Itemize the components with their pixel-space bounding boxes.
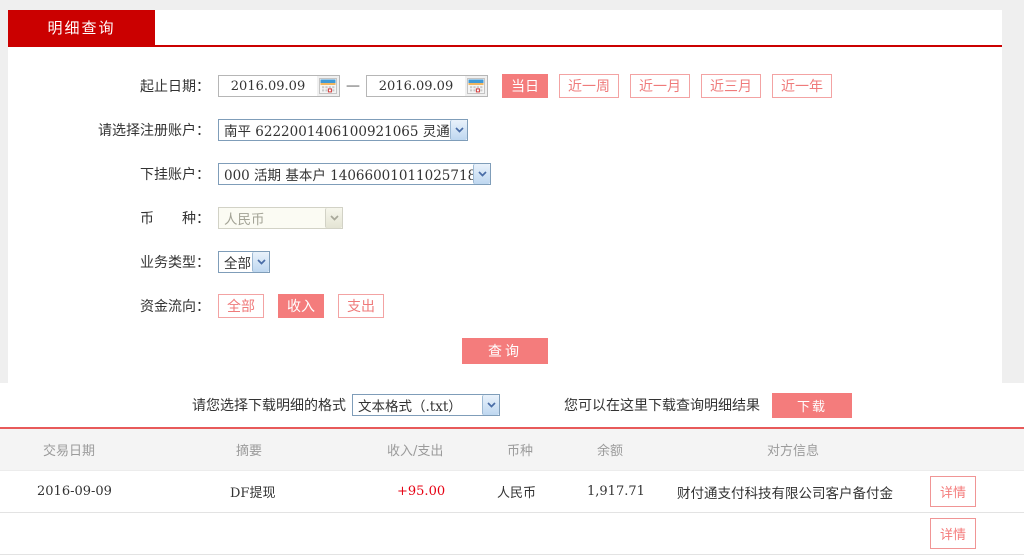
cell-trade-date: 2016-09-09 [0,484,195,499]
header-trade-date: 交易日期 [0,440,195,459]
download-hint: 您可以在这里下载查询明细结果 [564,395,760,415]
query-button[interactable]: 查询 [462,338,548,364]
register-account-row: 请选择注册账户： 南平 6222001406100921065 灵通卡 [8,119,1002,141]
sub-account-row: 下挂账户： 000 活期 基本户 1406600101102571848 [8,163,1002,185]
query-form: 起止日期： 2016.09.09 — [8,47,1002,364]
download-format-label: 请您选择下载明细的格式 [192,395,346,415]
table-header-row: 交易日期 摘要 收入/支出 币种 余额 对方信息 [0,429,1024,471]
cell-counterparty: 财付通支付科技有限公司客户备付金 [675,482,930,502]
end-date-value: 2016.09.09 [367,79,465,94]
detail-button[interactable]: 详情 [930,518,976,549]
download-bar: 请您选择下载明细的格式 文本格式（.txt） 您可以在这里下载查询明细结果 下载 [0,383,1024,427]
business-type-row: 业务类型： 全部 [8,251,1002,273]
date-range-row: 起止日期： 2016.09.09 — [8,75,1002,97]
currency-label: 币 种： [8,208,218,228]
download-button[interactable]: 下载 [772,393,852,418]
cell-balance: 1,917.71 [585,484,675,499]
quick-btn-week[interactable]: 近一周 [559,74,619,98]
chevron-down-icon [450,120,467,140]
chevron-down-icon [252,252,269,272]
query-button-row: 查询 [8,338,1002,364]
fund-flow-label: 资金流向： [8,296,218,316]
header-counterparty: 对方信息 [675,440,930,459]
date-range-separator: — [346,78,360,94]
start-date-input[interactable]: 2016.09.09 [218,75,340,97]
sub-account-value: 000 活期 基本户 1406600101102571848 [219,164,473,184]
quick-date-buttons: 当日 近一周 近一月 近三月 近一年 [502,74,843,98]
tab-label: 明细查询 [47,17,115,38]
date-range-label: 起止日期： [8,76,218,96]
chevron-down-icon [473,164,490,184]
cell-amount: +95.00 [385,484,495,499]
end-date-input[interactable]: 2016.09.09 [366,75,488,97]
table-row: 详情 [0,513,1024,555]
business-type-select[interactable]: 全部 [218,251,270,273]
header-amount: 收入/支出 [385,440,495,459]
register-account-label: 请选择注册账户： [8,120,218,140]
fund-flow-income-button[interactable]: 收入 [278,294,324,318]
quick-btn-year[interactable]: 近一年 [772,74,832,98]
header-balance: 余额 [585,440,675,459]
chevron-down-icon [482,395,499,415]
download-format-value: 文本格式（.txt） [353,395,482,415]
sub-account-label: 下挂账户： [8,164,218,184]
quick-btn-month[interactable]: 近一月 [630,74,690,98]
currency-value: 人民币 [219,208,325,228]
currency-select: 人民币 [218,207,343,229]
results-table: 交易日期 摘要 收入/支出 币种 余额 对方信息 2016-09-09 DF提现… [0,429,1024,555]
fund-flow-expense-button[interactable]: 支出 [338,294,384,318]
business-type-label: 业务类型： [8,252,218,272]
fund-flow-row: 资金流向： 全部 收入 支出 [8,295,1002,317]
register-account-value: 南平 6222001406100921065 灵通卡 [219,120,450,140]
business-type-value: 全部 [219,252,252,272]
download-format-select[interactable]: 文本格式（.txt） [352,394,500,416]
quick-btn-quarter[interactable]: 近三月 [701,74,761,98]
chevron-down-icon [325,208,342,228]
fund-flow-all-button[interactable]: 全部 [218,294,264,318]
header-currency: 币种 [495,440,585,459]
calendar-icon[interactable] [317,76,339,96]
calendar-icon[interactable] [465,76,487,96]
table-row: 2016-09-09 DF提现 +95.00 人民币 1,917.71 财付通支… [0,471,1024,513]
detail-query-panel: 明细查询 起止日期： 2016.09.09 [8,10,1002,383]
cell-currency: 人民币 [495,482,585,501]
start-date-value: 2016.09.09 [219,79,317,94]
sub-account-select[interactable]: 000 活期 基本户 1406600101102571848 [218,163,491,185]
quick-btn-today[interactable]: 当日 [502,74,548,98]
tab-detail-query[interactable]: 明细查询 [8,10,155,45]
header-summary: 摘要 [195,440,385,459]
detail-button[interactable]: 详情 [930,476,976,507]
currency-row: 币 种： 人民币 [8,207,1002,229]
cell-summary: DF提现 [195,482,385,501]
register-account-select[interactable]: 南平 6222001406100921065 灵通卡 [218,119,468,141]
